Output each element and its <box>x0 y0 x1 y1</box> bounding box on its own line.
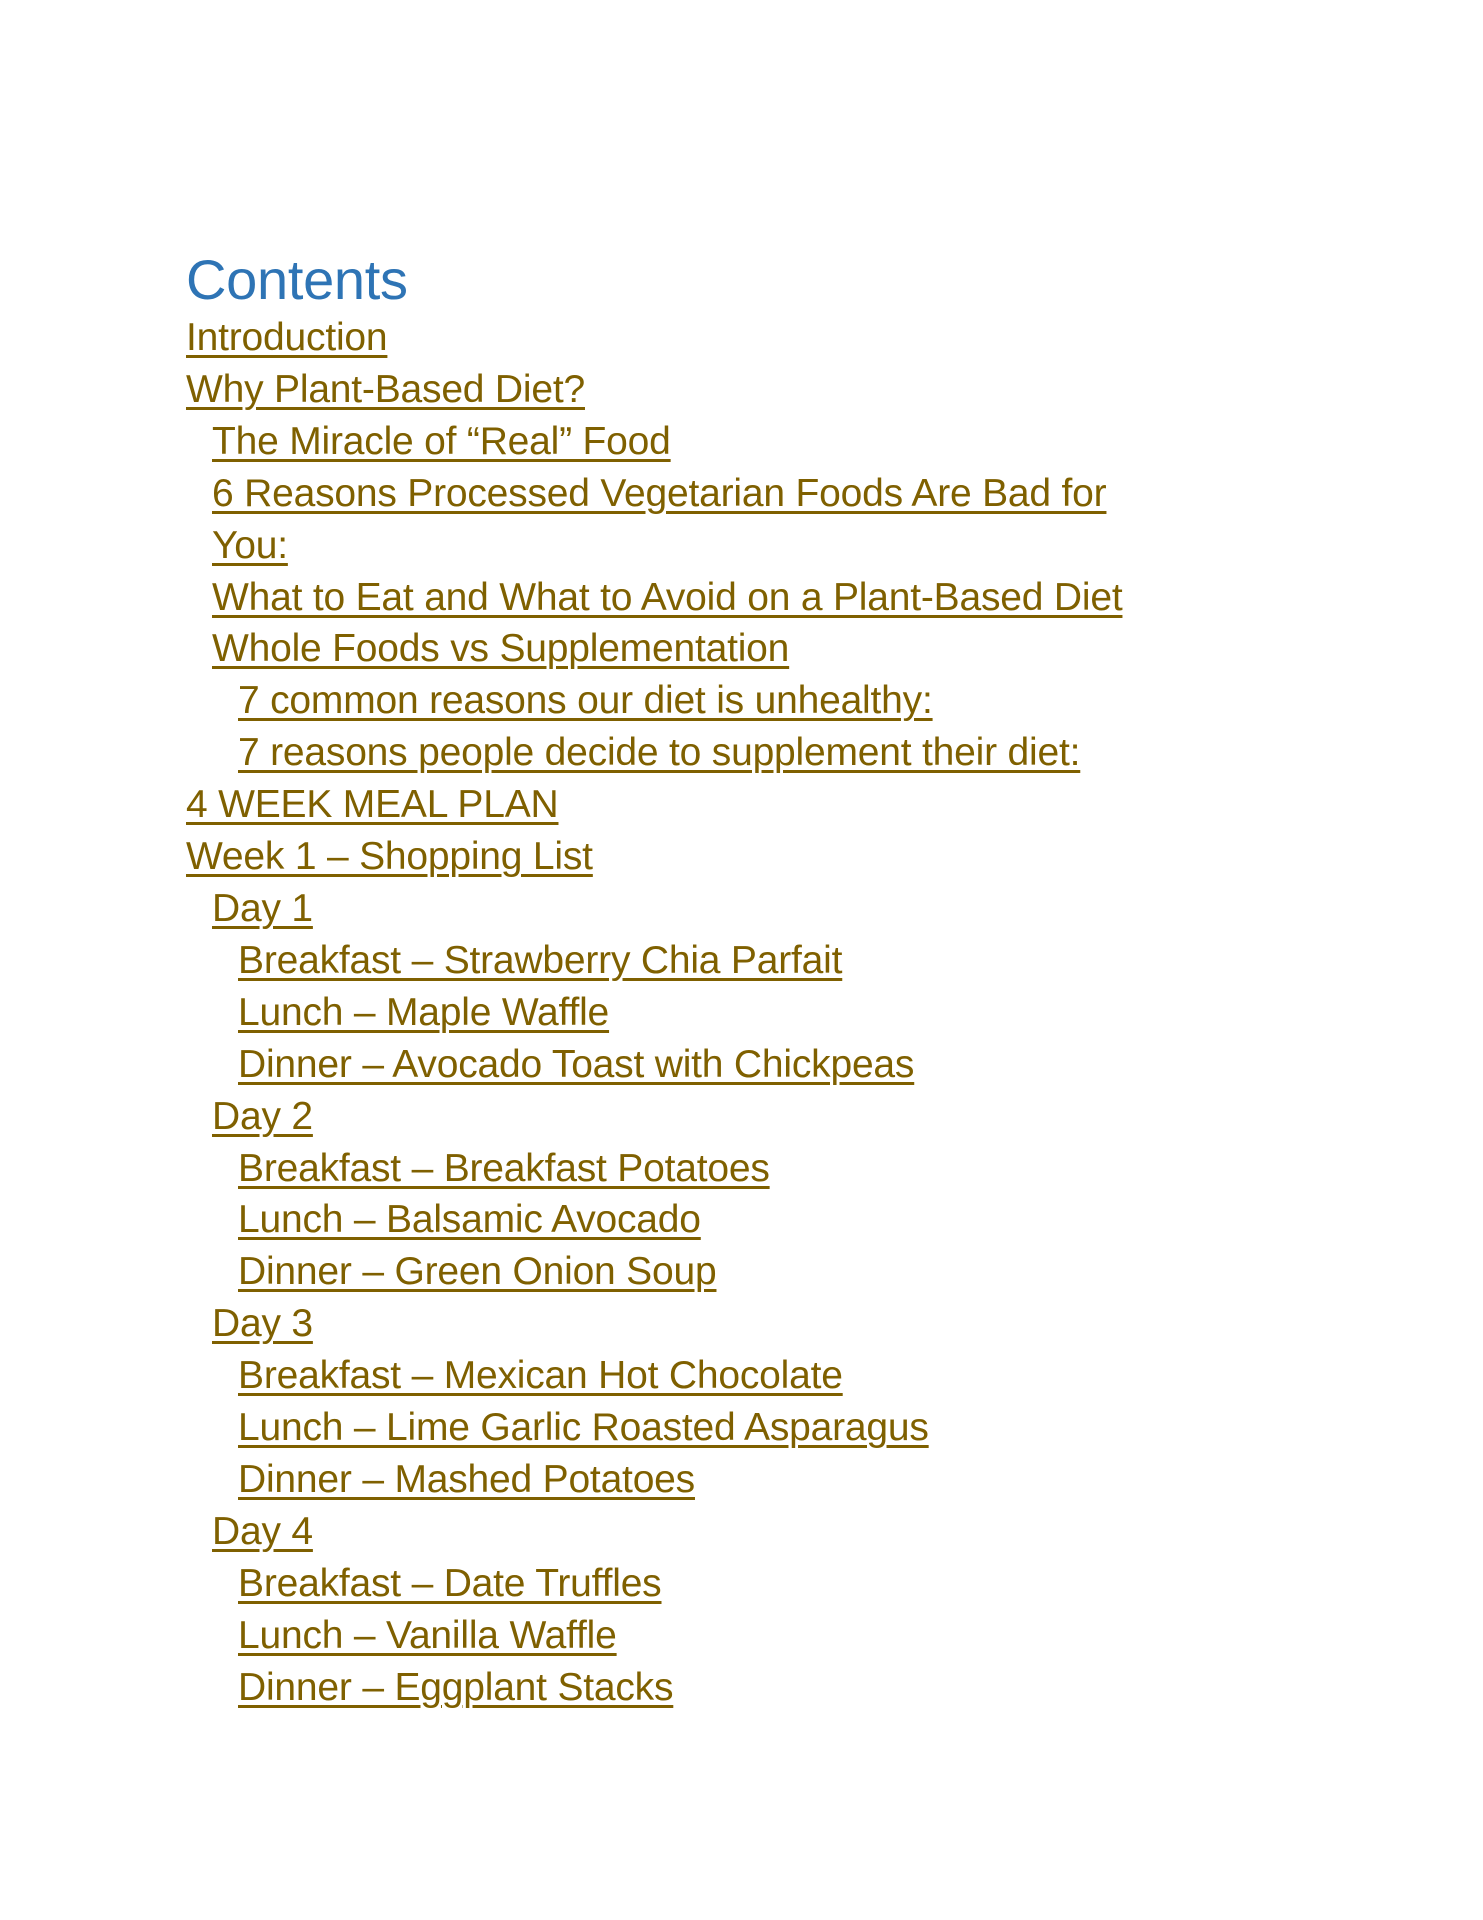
toc-link[interactable]: Lunch – Lime Garlic Roasted Asparagus <box>238 1406 929 1449</box>
toc-entry: Dinner – Avocado Toast with Chickpeas <box>186 1039 1122 1091</box>
toc-link[interactable]: Day 2 <box>212 1095 313 1138</box>
toc-entry: Dinner – Eggplant Stacks <box>186 1662 1122 1714</box>
toc-link[interactable]: Whole Foods vs Supplementation <box>212 627 789 670</box>
toc-list: Introduction Why Plant-Based Diet? The Mir… <box>186 312 1123 1714</box>
toc-entry: Lunch – Lime Garlic Roasted Asparagus <box>186 1402 1122 1454</box>
toc-entry: Why Plant-Based Diet? <box>186 364 1122 416</box>
toc-link[interactable]: What to Eat and What to Avoid on a Plant… <box>212 576 1123 619</box>
toc-entry: Breakfast – Strawberry Chia Parfait <box>186 935 1122 987</box>
toc-link[interactable]: Breakfast – Strawberry Chia Parfait <box>238 939 842 982</box>
toc-link[interactable]: You: <box>212 524 288 567</box>
toc-link[interactable]: Introduction <box>186 316 388 359</box>
toc-entry: 6 Reasons Processed Vegetarian Foods Are… <box>186 468 1122 520</box>
toc-entry: 7 common reasons our diet is unhealthy: <box>186 675 1122 727</box>
toc-entry: Dinner – Mashed Potatoes <box>186 1454 1122 1506</box>
toc-entry: Breakfast – Mexican Hot Chocolate <box>186 1350 1122 1402</box>
toc-link[interactable]: 7 common reasons our diet is unhealthy: <box>238 679 933 722</box>
toc-link[interactable]: Lunch – Balsamic Avocado <box>238 1198 701 1241</box>
toc-entry: Breakfast – Breakfast Potatoes <box>186 1143 1122 1195</box>
toc-entry: Week 1 – Shopping List <box>186 831 1122 883</box>
toc-link[interactable]: Breakfast – Date Truffles <box>238 1562 662 1605</box>
toc-entry: Day 4 <box>186 1506 1122 1558</box>
toc-link[interactable]: Dinner – Eggplant Stacks <box>238 1666 673 1709</box>
toc-entry: Lunch – Maple Waffle <box>186 987 1122 1039</box>
toc-entry: Dinner – Green Onion Soup <box>186 1246 1122 1298</box>
toc-page: Contents Introduction Why Plant-Based Die… <box>186 248 1123 1714</box>
toc-link[interactable]: 7 reasons people decide to supplement th… <box>238 731 1080 774</box>
toc-link[interactable]: 6 Reasons Processed Vegetarian Foods Are… <box>212 472 1107 515</box>
toc-link[interactable]: Dinner – Green Onion Soup <box>238 1250 717 1293</box>
toc-entry: Introduction <box>186 312 1122 364</box>
toc-link[interactable]: Dinner – Avocado Toast with Chickpeas <box>238 1043 914 1086</box>
toc-entry: 4 WEEK MEAL PLAN <box>186 779 1122 831</box>
toc-entry: Whole Foods vs Supplementation <box>186 623 1122 675</box>
toc-entry: The Miracle of “Real” Food <box>186 416 1122 468</box>
toc-link[interactable]: Why Plant-Based Diet? <box>186 368 585 411</box>
toc-link[interactable]: Week 1 – Shopping List <box>186 835 593 878</box>
toc-link[interactable]: Breakfast – Breakfast Potatoes <box>238 1147 770 1190</box>
toc-link[interactable]: Lunch – Vanilla Waffle <box>238 1614 617 1657</box>
toc-link[interactable]: Lunch – Maple Waffle <box>238 991 609 1034</box>
toc-entry: Lunch – Balsamic Avocado <box>186 1194 1122 1246</box>
toc-entry: Day 2 <box>186 1091 1122 1143</box>
toc-link[interactable]: Breakfast – Mexican Hot Chocolate <box>238 1354 843 1397</box>
toc-entry: What to Eat and What to Avoid on a Plant… <box>186 572 1123 624</box>
toc-entry-continuation: You: <box>186 520 1122 572</box>
toc-entry: Day 3 <box>186 1298 1122 1350</box>
toc-title: Contents <box>186 248 408 311</box>
toc-link[interactable]: Day 1 <box>212 887 313 930</box>
toc-link[interactable]: Day 3 <box>212 1302 313 1345</box>
toc-entry: Breakfast – Date Truffles <box>186 1558 1122 1610</box>
toc-entry: Day 1 <box>186 883 1122 935</box>
toc-link[interactable]: 4 WEEK MEAL PLAN <box>186 783 559 826</box>
toc-link[interactable]: Dinner – Mashed Potatoes <box>238 1458 695 1501</box>
toc-entry: 7 reasons people decide to supplement th… <box>186 727 1122 779</box>
toc-entry: Lunch – Vanilla Waffle <box>186 1610 1122 1662</box>
toc-link[interactable]: The Miracle of “Real” Food <box>212 420 671 463</box>
toc-link[interactable]: Day 4 <box>212 1510 313 1553</box>
